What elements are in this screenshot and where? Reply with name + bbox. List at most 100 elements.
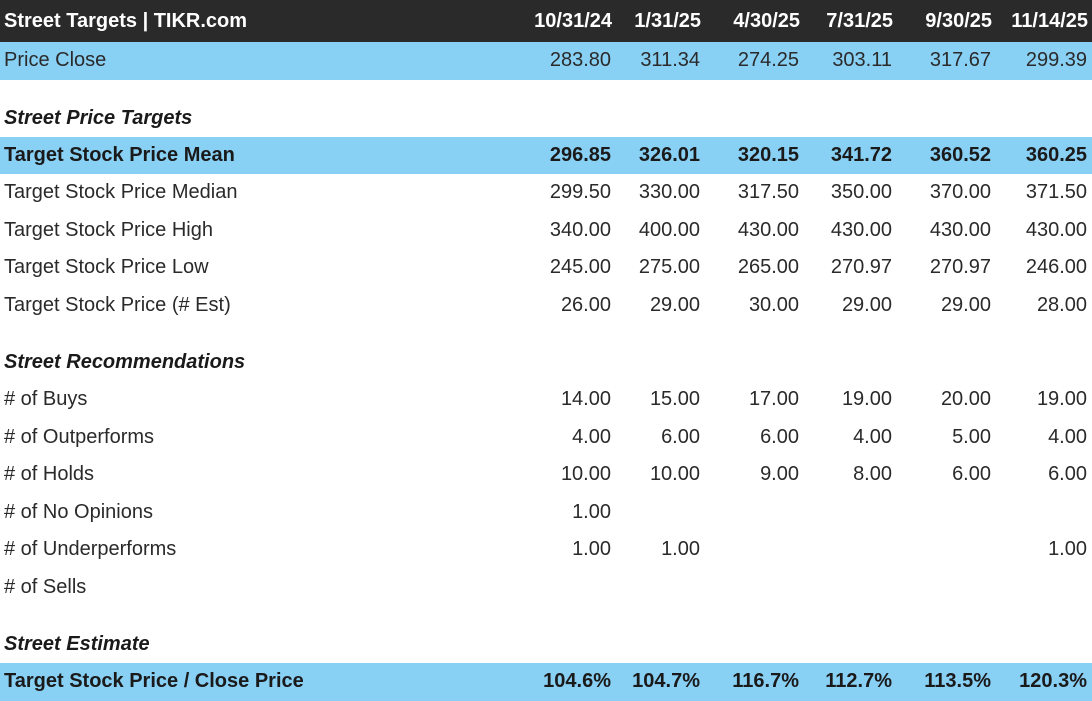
row-label: Price Close <box>0 42 517 80</box>
row-value: 6.00 <box>952 463 991 485</box>
row-value <box>897 494 996 532</box>
row-value <box>804 494 897 532</box>
row-value: 340.00 <box>549 218 611 241</box>
row-value: 29.00 <box>841 293 892 316</box>
row-value: 29.00 <box>649 293 700 316</box>
row-label: Target Stock Price Median <box>4 181 238 203</box>
row-value: 10.00 <box>560 463 611 485</box>
row-value: 6.00 <box>760 425 799 448</box>
row-value: 113.5% <box>897 663 996 701</box>
row-value: 430.00 <box>830 218 892 241</box>
row-value: 350.00 <box>830 181 892 203</box>
row-value: 1.00 <box>661 538 700 560</box>
row-value: 317.50 <box>737 181 799 203</box>
row-value: 14.00 <box>560 388 611 410</box>
row-value: 265.00 <box>737 256 799 278</box>
row-value: 326.01 <box>616 136 705 174</box>
row-value: 19.00 <box>1036 388 1087 410</box>
row-value: 5.00 <box>952 425 991 448</box>
row-value: 1.00 <box>572 538 611 560</box>
row-value: 19.00 <box>841 388 892 410</box>
row-value <box>616 494 705 532</box>
row-value: 30.00 <box>748 293 799 316</box>
row-value <box>996 569 1092 607</box>
row-value <box>897 531 996 569</box>
row-label: # of Sells <box>4 575 87 598</box>
section-title: Street Estimate <box>4 633 150 655</box>
row-value: 430.00 <box>737 218 799 241</box>
row-value: 20.00 <box>940 388 991 410</box>
row-label: # of Buys <box>4 388 88 410</box>
row-value: 4.00 <box>1048 425 1087 448</box>
row-value: 29.00 <box>940 293 991 316</box>
row-label: Target Stock Price High <box>4 218 213 241</box>
row-label: Target Stock Price Low <box>4 256 209 278</box>
row-value: 15.00 <box>649 388 700 410</box>
row-value: 8.00 <box>853 463 892 485</box>
table-grid: Street Targets | TIKR.com 10/31/24 1/31/… <box>0 0 1092 701</box>
date-header[interactable]: 1/31/25 <box>616 0 705 42</box>
row-value: 9.00 <box>760 463 799 485</box>
row-value: 116.7% <box>705 663 804 701</box>
row-value: 274.25 <box>705 42 804 80</box>
table-title: Street Targets | TIKR.com <box>0 0 517 42</box>
row-value: 299.39 <box>996 42 1092 80</box>
row-label: # of No Opinions <box>4 500 153 523</box>
street-targets-table: Street Targets | TIKR.com 10/31/24 1/31/… <box>0 0 1092 701</box>
row-value: 28.00 <box>1036 293 1087 316</box>
row-value: 303.11 <box>804 42 897 80</box>
row-value: 112.7% <box>804 663 897 701</box>
row-value: 246.00 <box>1025 256 1087 278</box>
row-value: 270.97 <box>929 256 991 278</box>
row-value <box>897 569 996 607</box>
row-value: 104.7% <box>616 663 705 701</box>
row-label: Target Stock Price / Close Price <box>0 663 517 701</box>
row-value: 430.00 <box>929 218 991 241</box>
date-header[interactable]: 4/30/25 <box>705 0 804 42</box>
row-value: 330.00 <box>638 181 700 203</box>
row-value: 317.67 <box>897 42 996 80</box>
row-value <box>616 569 705 607</box>
row-value: 4.00 <box>853 425 892 448</box>
date-header[interactable]: 9/30/25 <box>897 0 996 42</box>
row-value: 120.3% <box>996 663 1092 701</box>
row-label: # of Holds <box>4 463 95 485</box>
row-value: 1.00 <box>1048 538 1087 560</box>
row-value: 6.00 <box>661 425 700 448</box>
row-value: 245.00 <box>549 256 611 278</box>
row-value: 6.00 <box>1048 463 1087 485</box>
row-value: 1.00 <box>572 500 611 523</box>
row-value: 283.80 <box>517 42 616 80</box>
row-label: Target Stock Price (# Est) <box>4 293 231 316</box>
row-value <box>804 531 897 569</box>
section-title: Street Price Targets <box>4 106 193 129</box>
row-value: 17.00 <box>748 388 799 410</box>
row-value <box>705 494 804 532</box>
row-value: 4.00 <box>572 425 611 448</box>
row-value: 370.00 <box>929 181 991 203</box>
row-value <box>705 569 804 607</box>
row-value <box>517 569 616 607</box>
row-value <box>996 494 1092 532</box>
row-value: 26.00 <box>560 293 611 316</box>
row-value: 320.15 <box>705 136 804 174</box>
row-value: 400.00 <box>638 218 700 241</box>
row-value: 270.97 <box>830 256 892 278</box>
row-value: 341.72 <box>804 136 897 174</box>
row-value: 275.00 <box>638 256 700 278</box>
date-header[interactable]: 11/14/25 <box>996 0 1092 42</box>
row-value: 311.34 <box>616 42 705 80</box>
date-header[interactable]: 7/31/25 <box>804 0 897 42</box>
row-label: # of Underperforms <box>4 538 177 560</box>
row-value: 296.85 <box>517 136 616 174</box>
row-value: 371.50 <box>1025 181 1087 203</box>
row-value: 104.6% <box>517 663 616 701</box>
row-value: 430.00 <box>1025 218 1087 241</box>
row-value: 360.52 <box>897 136 996 174</box>
date-header[interactable]: 10/31/24 <box>517 0 616 42</box>
row-value: 360.25 <box>996 136 1092 174</box>
row-value: 299.50 <box>549 181 611 203</box>
section-title: Street Recommendations <box>4 351 246 373</box>
row-value <box>804 569 897 607</box>
row-label: Target Stock Price Mean <box>0 136 517 174</box>
